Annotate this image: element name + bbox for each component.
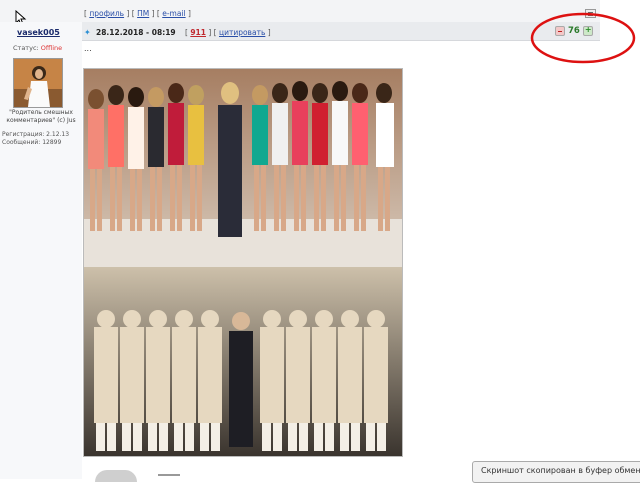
- screenshot-toast[interactable]: Скриншот скопирован в буфер обмена: [472, 461, 640, 483]
- next-post-divider: [158, 474, 180, 476]
- author-signature: "Родитель смешных комментариев" (с) Jus: [6, 109, 76, 124]
- status-label: Статус:: [13, 44, 39, 52]
- annotation-circle: [530, 12, 636, 64]
- quote-link[interactable]: цитировать: [219, 28, 265, 37]
- post-image[interactable]: [83, 68, 403, 457]
- post-text: ...: [84, 44, 92, 53]
- email-link[interactable]: e-mail: [162, 9, 185, 18]
- post-number-link[interactable]: 911: [190, 28, 206, 37]
- author-status: Статус: Offline: [13, 44, 62, 52]
- next-post-avatar: [95, 470, 137, 482]
- message-count: Сообщений: 12899: [2, 139, 62, 146]
- photo-pageant-group: [84, 69, 402, 267]
- post-actions: [ 911 ] [ цитировать ]: [185, 28, 271, 37]
- photo-uniform-group: [84, 267, 402, 456]
- post-datetime: 28.12.2018 - 08:19: [96, 28, 176, 37]
- author-username[interactable]: vasek005: [17, 28, 60, 37]
- avatar-image: [14, 59, 62, 107]
- pm-link[interactable]: ПМ: [137, 9, 149, 18]
- avatar[interactable]: [13, 58, 63, 108]
- profile-links: [ профиль ] [ ПМ ] [ e-mail ]: [84, 9, 191, 18]
- post-link-icon[interactable]: ✦: [84, 28, 91, 37]
- profile-link[interactable]: профиль: [89, 9, 124, 18]
- registration-date: Регистрация: 2.12.13: [2, 131, 70, 138]
- status-value: Offline: [40, 44, 63, 52]
- author-stats: Регистрация: 2.12.13 Сообщений: 12899: [2, 131, 69, 147]
